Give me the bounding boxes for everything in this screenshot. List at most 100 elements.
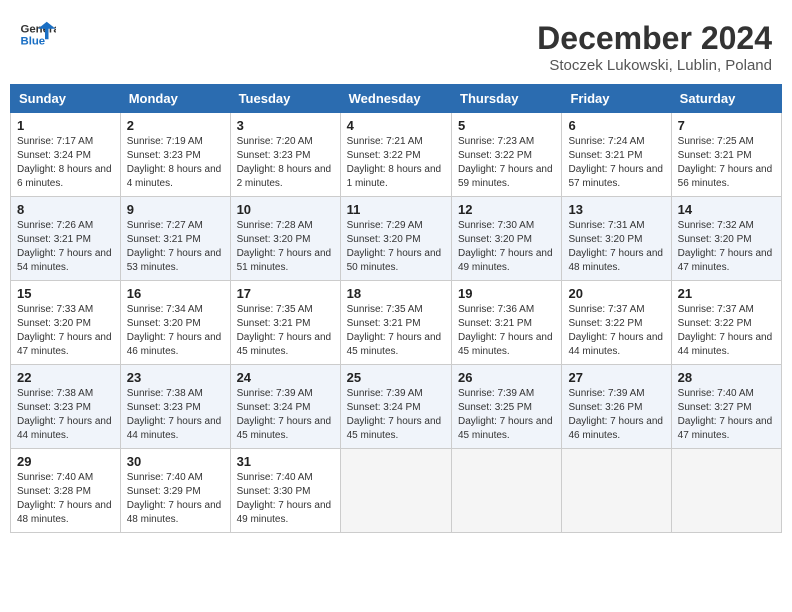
day-info: Sunrise: 7:37 AMSunset: 3:22 PMDaylight:… — [568, 303, 664, 359]
day-info: Sunrise: 7:30 AMSunset: 3:20 PMDaylight:… — [458, 219, 555, 275]
weekday-header: Saturday — [671, 85, 781, 113]
day-number: 20 — [568, 286, 664, 301]
calendar-table: SundayMondayTuesdayWednesdayThursdayFrid… — [10, 84, 782, 533]
day-number: 16 — [127, 286, 224, 301]
day-info: Sunrise: 7:36 AMSunset: 3:21 PMDaylight:… — [458, 303, 555, 359]
calendar-day-cell: 5 Sunrise: 7:23 AMSunset: 3:22 PMDayligh… — [452, 113, 562, 197]
day-info: Sunrise: 7:26 AMSunset: 3:21 PMDaylight:… — [17, 219, 114, 275]
day-info: Sunrise: 7:21 AMSunset: 3:22 PMDaylight:… — [347, 135, 445, 191]
day-number: 22 — [17, 370, 114, 385]
day-number: 15 — [17, 286, 114, 301]
calendar-day-cell: 23 Sunrise: 7:38 AMSunset: 3:23 PMDaylig… — [120, 365, 230, 449]
weekday-header: Wednesday — [340, 85, 451, 113]
day-number: 30 — [127, 454, 224, 469]
day-info: Sunrise: 7:24 AMSunset: 3:21 PMDaylight:… — [568, 135, 664, 191]
calendar-week-row: 29 Sunrise: 7:40 AMSunset: 3:28 PMDaylig… — [11, 449, 782, 533]
day-number: 19 — [458, 286, 555, 301]
calendar-week-row: 22 Sunrise: 7:38 AMSunset: 3:23 PMDaylig… — [11, 365, 782, 449]
day-info: Sunrise: 7:27 AMSunset: 3:21 PMDaylight:… — [127, 219, 224, 275]
calendar-day-cell: 10 Sunrise: 7:28 AMSunset: 3:20 PMDaylig… — [230, 197, 340, 281]
calendar-day-cell: 7 Sunrise: 7:25 AMSunset: 3:21 PMDayligh… — [671, 113, 781, 197]
day-number: 10 — [237, 202, 334, 217]
day-info: Sunrise: 7:39 AMSunset: 3:26 PMDaylight:… — [568, 387, 664, 443]
day-number: 8 — [17, 202, 114, 217]
day-number: 18 — [347, 286, 445, 301]
calendar-day-cell: 28 Sunrise: 7:40 AMSunset: 3:27 PMDaylig… — [671, 365, 781, 449]
calendar-day-cell: 27 Sunrise: 7:39 AMSunset: 3:26 PMDaylig… — [562, 365, 671, 449]
logo-icon: General Blue — [20, 20, 56, 48]
day-info: Sunrise: 7:39 AMSunset: 3:24 PMDaylight:… — [237, 387, 334, 443]
calendar-day-cell: 18 Sunrise: 7:35 AMSunset: 3:21 PMDaylig… — [340, 281, 451, 365]
day-number: 5 — [458, 118, 555, 133]
calendar-day-cell: 12 Sunrise: 7:30 AMSunset: 3:20 PMDaylig… — [452, 197, 562, 281]
svg-text:Blue: Blue — [21, 36, 46, 48]
day-number: 31 — [237, 454, 334, 469]
page-header: General Blue December 2024 Stoczek Lukow… — [10, 10, 782, 79]
calendar-day-cell — [452, 449, 562, 533]
calendar-day-cell: 16 Sunrise: 7:34 AMSunset: 3:20 PMDaylig… — [120, 281, 230, 365]
day-info: Sunrise: 7:23 AMSunset: 3:22 PMDaylight:… — [458, 135, 555, 191]
day-number: 23 — [127, 370, 224, 385]
day-info: Sunrise: 7:40 AMSunset: 3:29 PMDaylight:… — [127, 471, 224, 527]
weekday-header: Tuesday — [230, 85, 340, 113]
day-number: 28 — [678, 370, 775, 385]
calendar-day-cell: 17 Sunrise: 7:35 AMSunset: 3:21 PMDaylig… — [230, 281, 340, 365]
day-number: 27 — [568, 370, 664, 385]
calendar-day-cell: 9 Sunrise: 7:27 AMSunset: 3:21 PMDayligh… — [120, 197, 230, 281]
calendar-day-cell: 19 Sunrise: 7:36 AMSunset: 3:21 PMDaylig… — [452, 281, 562, 365]
day-number: 7 — [678, 118, 775, 133]
calendar-day-cell: 2 Sunrise: 7:19 AMSunset: 3:23 PMDayligh… — [120, 113, 230, 197]
calendar-week-row: 1 Sunrise: 7:17 AMSunset: 3:24 PMDayligh… — [11, 113, 782, 197]
day-info: Sunrise: 7:37 AMSunset: 3:22 PMDaylight:… — [678, 303, 775, 359]
day-info: Sunrise: 7:39 AMSunset: 3:24 PMDaylight:… — [347, 387, 445, 443]
calendar-day-cell: 26 Sunrise: 7:39 AMSunset: 3:25 PMDaylig… — [452, 365, 562, 449]
logo: General Blue — [20, 20, 56, 48]
day-number: 25 — [347, 370, 445, 385]
month-title: December 2024 — [537, 20, 772, 57]
calendar-day-cell: 29 Sunrise: 7:40 AMSunset: 3:28 PMDaylig… — [11, 449, 121, 533]
day-info: Sunrise: 7:33 AMSunset: 3:20 PMDaylight:… — [17, 303, 114, 359]
day-info: Sunrise: 7:28 AMSunset: 3:20 PMDaylight:… — [237, 219, 334, 275]
day-number: 26 — [458, 370, 555, 385]
day-number: 3 — [237, 118, 334, 133]
day-info: Sunrise: 7:32 AMSunset: 3:20 PMDaylight:… — [678, 219, 775, 275]
weekday-header: Thursday — [452, 85, 562, 113]
day-number: 9 — [127, 202, 224, 217]
calendar-day-cell: 1 Sunrise: 7:17 AMSunset: 3:24 PMDayligh… — [11, 113, 121, 197]
calendar-day-cell: 13 Sunrise: 7:31 AMSunset: 3:20 PMDaylig… — [562, 197, 671, 281]
weekday-header: Monday — [120, 85, 230, 113]
day-number: 17 — [237, 286, 334, 301]
day-info: Sunrise: 7:35 AMSunset: 3:21 PMDaylight:… — [347, 303, 445, 359]
calendar-week-row: 15 Sunrise: 7:33 AMSunset: 3:20 PMDaylig… — [11, 281, 782, 365]
day-info: Sunrise: 7:20 AMSunset: 3:23 PMDaylight:… — [237, 135, 334, 191]
calendar-day-cell: 24 Sunrise: 7:39 AMSunset: 3:24 PMDaylig… — [230, 365, 340, 449]
calendar-day-cell: 14 Sunrise: 7:32 AMSunset: 3:20 PMDaylig… — [671, 197, 781, 281]
calendar-day-cell: 31 Sunrise: 7:40 AMSunset: 3:30 PMDaylig… — [230, 449, 340, 533]
calendar-day-cell: 11 Sunrise: 7:29 AMSunset: 3:20 PMDaylig… — [340, 197, 451, 281]
calendar-day-cell: 25 Sunrise: 7:39 AMSunset: 3:24 PMDaylig… — [340, 365, 451, 449]
weekday-header: Friday — [562, 85, 671, 113]
calendar-day-cell: 6 Sunrise: 7:24 AMSunset: 3:21 PMDayligh… — [562, 113, 671, 197]
calendar-day-cell: 21 Sunrise: 7:37 AMSunset: 3:22 PMDaylig… — [671, 281, 781, 365]
calendar-day-cell: 3 Sunrise: 7:20 AMSunset: 3:23 PMDayligh… — [230, 113, 340, 197]
calendar-day-cell: 8 Sunrise: 7:26 AMSunset: 3:21 PMDayligh… — [11, 197, 121, 281]
day-info: Sunrise: 7:34 AMSunset: 3:20 PMDaylight:… — [127, 303, 224, 359]
day-info: Sunrise: 7:40 AMSunset: 3:30 PMDaylight:… — [237, 471, 334, 527]
day-info: Sunrise: 7:35 AMSunset: 3:21 PMDaylight:… — [237, 303, 334, 359]
day-info: Sunrise: 7:40 AMSunset: 3:27 PMDaylight:… — [678, 387, 775, 443]
day-info: Sunrise: 7:19 AMSunset: 3:23 PMDaylight:… — [127, 135, 224, 191]
day-info: Sunrise: 7:38 AMSunset: 3:23 PMDaylight:… — [17, 387, 114, 443]
weekday-header-row: SundayMondayTuesdayWednesdayThursdayFrid… — [11, 85, 782, 113]
day-info: Sunrise: 7:39 AMSunset: 3:25 PMDaylight:… — [458, 387, 555, 443]
day-number: 14 — [678, 202, 775, 217]
day-number: 21 — [678, 286, 775, 301]
day-number: 29 — [17, 454, 114, 469]
calendar-day-cell — [340, 449, 451, 533]
day-number: 11 — [347, 202, 445, 217]
calendar-day-cell: 20 Sunrise: 7:37 AMSunset: 3:22 PMDaylig… — [562, 281, 671, 365]
calendar-week-row: 8 Sunrise: 7:26 AMSunset: 3:21 PMDayligh… — [11, 197, 782, 281]
day-number: 24 — [237, 370, 334, 385]
day-number: 12 — [458, 202, 555, 217]
weekday-header: Sunday — [11, 85, 121, 113]
day-info: Sunrise: 7:29 AMSunset: 3:20 PMDaylight:… — [347, 219, 445, 275]
